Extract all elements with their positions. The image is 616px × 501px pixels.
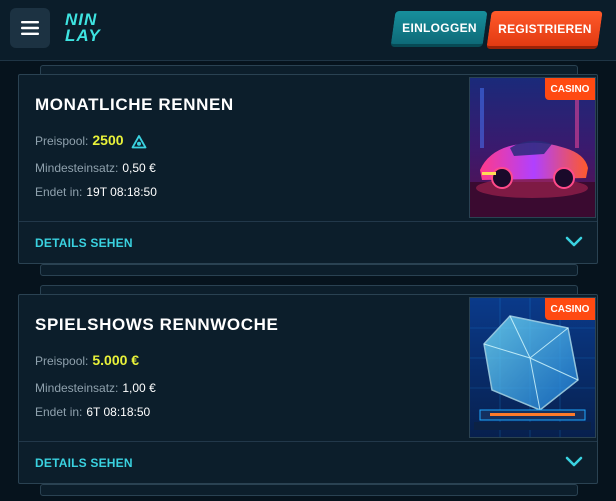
top-header: NIN LAY EINLOGGEN REGISTRIEREN xyxy=(0,0,616,61)
card-divider xyxy=(19,221,597,222)
ends-in-label: Endet in: xyxy=(35,185,83,199)
prize-pool-label: Preispool: xyxy=(35,134,89,148)
prize-pool-value: 2500 xyxy=(92,132,124,148)
race-card: SPIELSHOWS RENNWOCHE Preispool: 5.000 € M… xyxy=(18,294,598,484)
race-title: SPIELSHOWS RENNWOCHE xyxy=(35,315,279,334)
min-bet-row: Mindesteinsatz: 1,00 € xyxy=(35,381,156,395)
register-button[interactable]: REGISTRIEREN xyxy=(486,11,603,49)
card-divider xyxy=(19,441,597,442)
min-bet-row: Mindesteinsatz: 0,50 € xyxy=(35,161,156,175)
race-thumbnail-car[interactable]: CASINO xyxy=(469,77,596,218)
chevron-down-icon[interactable] xyxy=(565,455,583,469)
race-thumbnail-crystal[interactable]: CASINO xyxy=(469,297,596,438)
details-link[interactable]: DETAILS SEHEN xyxy=(35,456,133,470)
hamburger-menu-button[interactable] xyxy=(10,8,50,48)
prize-pool-row: Preispool: 2500 xyxy=(35,132,147,149)
casino-badge: CASINO xyxy=(545,298,595,320)
login-button[interactable]: EINLOGGEN xyxy=(390,11,488,47)
race-card: MONATLICHE RENNEN Preispool: 2500 Mindest… xyxy=(18,74,598,264)
logo-line-2: LAY xyxy=(65,26,101,45)
ends-in-row: Endet in: 6T 08:18:50 xyxy=(35,405,150,419)
ends-in-row: Endet in: 19T 08:18:50 xyxy=(35,185,157,199)
menu-icon xyxy=(21,21,39,35)
register-button-label: REGISTRIEREN xyxy=(497,21,592,36)
ends-in-value: 6T 08:18:50 xyxy=(86,405,151,419)
casino-badge: CASINO xyxy=(545,78,595,100)
race-title: MONATLICHE RENNEN xyxy=(35,95,234,114)
prize-pool-row: Preispool: 5.000 € xyxy=(35,352,139,368)
coin-icon xyxy=(131,134,147,149)
logo[interactable]: NIN LAY xyxy=(65,11,113,46)
min-bet-label: Mindesteinsatz: xyxy=(35,161,119,175)
details-link[interactable]: DETAILS SEHEN xyxy=(35,236,133,250)
prize-pool-value: 5.000 € xyxy=(92,352,140,368)
prize-pool-label: Preispool: xyxy=(35,354,89,368)
ends-in-label: Endet in: xyxy=(35,405,83,419)
min-bet-label: Mindesteinsatz: xyxy=(35,381,119,395)
min-bet-value: 1,00 € xyxy=(122,381,156,395)
login-button-label: EINLOGGEN xyxy=(401,20,477,35)
card-tab-decoration xyxy=(40,484,578,496)
chevron-down-icon[interactable] xyxy=(565,235,583,249)
ends-in-value: 19T 08:18:50 xyxy=(86,185,157,199)
card-tab-decoration xyxy=(40,264,578,276)
min-bet-value: 0,50 € xyxy=(122,161,156,175)
